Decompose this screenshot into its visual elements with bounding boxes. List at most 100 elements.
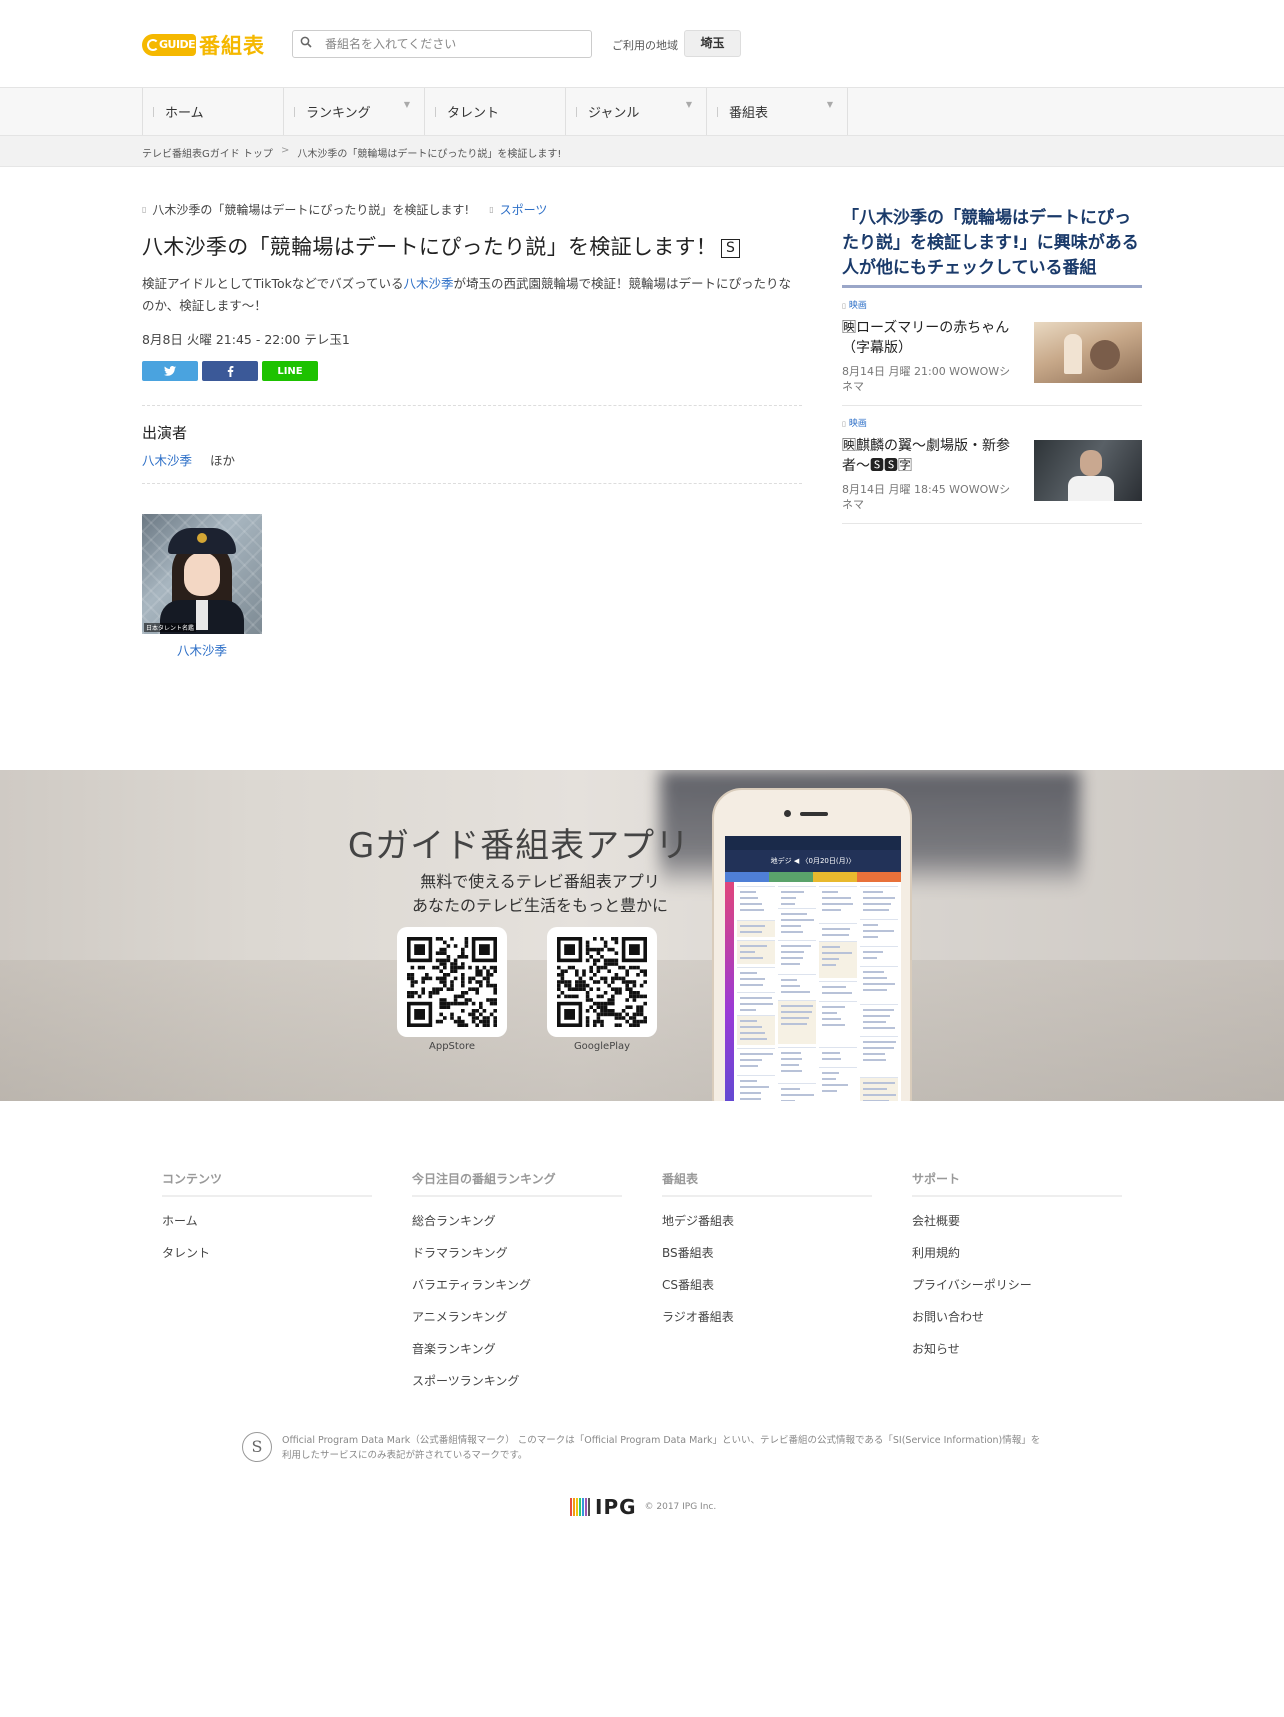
series-link[interactable]: 八木沙季の「競輪場はデートにぴったり説」を検証します! [152, 201, 469, 218]
search-icon[interactable] [293, 36, 319, 52]
ipg-logo: IPG [595, 1495, 637, 1519]
related-item[interactable]: ▯ 映画 🈙ローズマリーの赤ちゃん（字幕版） 8月14日 月曜 21:00 WOW… [842, 288, 1142, 406]
facebook-icon [227, 365, 233, 377]
breadcrumb-separator: > [280, 145, 290, 156]
cast-more: ほか [210, 453, 236, 468]
related-title: 🈙ローズマリーの赤ちゃん（字幕版） [842, 320, 1010, 356]
share-buttons: LINE [142, 361, 802, 381]
app-sub-line2: あなたのテレビ生活をもっと豊かに [411, 896, 668, 915]
desc-pre: 検証アイドルとしてTikTokなどでバズっている [142, 276, 404, 291]
category-bullet-icon: ▯ [842, 302, 846, 310]
program-detail: ▯ 八木沙季の「競輪場はデートにぴったり説」を検証します! ▯ スポーツ 八木沙… [142, 200, 802, 659]
nav-label: ランキング [306, 106, 371, 121]
nav-divider [294, 107, 295, 117]
footer-link[interactable]: スポーツランキング [412, 1372, 622, 1389]
official-mark-text: Official Program Data Mark（公式番組情報マーク） この… [282, 1435, 1041, 1461]
program-description: 検証アイドルとしてTikTokなどでバズっている八木沙季が埼玉の西武園競輪場で検… [142, 273, 802, 317]
footer-link[interactable]: 音楽ランキング [412, 1340, 622, 1357]
chevron-down-icon: ▼ [685, 100, 692, 109]
nav-item-schedule[interactable]: 番組表 ▼ [707, 88, 848, 135]
footer-heading: サポート [912, 1170, 1122, 1197]
global-nav: ホーム ランキング ▼ タレント ジャンル ▼ 番組表 ▼ [0, 87, 1284, 136]
breadcrumb-home-link[interactable]: テレビ番組表Gガイド トップ [142, 145, 273, 160]
footer-column-contents: コンテンツ ホーム タレント [162, 1170, 372, 1261]
footer-link[interactable]: 総合ランキング [412, 1212, 622, 1229]
phone-screen: 地デジ ◀ 〈0月20日(月)〉 [725, 836, 901, 1101]
footer-link[interactable]: 利用規約 [912, 1244, 1122, 1261]
chevron-down-icon: ▼ [403, 100, 410, 109]
footer-heading: 今日注目の番組ランキング [412, 1170, 622, 1197]
facebook-share-button[interactable] [202, 361, 258, 381]
app-subtitle: 無料で使えるテレビ番組表アプリ あなたのテレビ生活をもっと豊かに [372, 870, 708, 918]
official-data-mark: S Official Program Data Mark（公式番組情報マーク） … [242, 1432, 1042, 1466]
footer-link[interactable]: バラエティランキング [412, 1276, 622, 1293]
search-box [292, 30, 592, 58]
footer-link[interactable]: タレント [162, 1244, 372, 1261]
related-time: 8月14日 月曜 21:00 WOWOWシネマ [842, 365, 1011, 393]
official-mark-icon: S [242, 1432, 272, 1462]
nav-label: ジャンル [588, 106, 640, 121]
nav-label: タレント [447, 106, 500, 121]
logo-g-mark: GUIDE [142, 34, 196, 56]
related-programs: 「八木沙季の「競輪場はデートにぴったり説」を検証します!」に興味がある人が他にも… [842, 206, 1142, 524]
site-header: GUIDE 番組表 ご利用の地域 埼玉 [0, 0, 1284, 88]
footer-link[interactable]: プライバシーポリシー [912, 1276, 1122, 1293]
footer-link[interactable]: ラジオ番組表 [662, 1308, 872, 1325]
page-title: 八木沙季の「競輪場はデートにぴったり説」を検証します！ S [142, 233, 802, 261]
footer-link[interactable]: ドラマランキング [412, 1244, 622, 1261]
footer-link[interactable]: お知らせ [912, 1340, 1122, 1357]
program-category-line: ▯ 八木沙季の「競輪場はデートにぴったり説」を検証します! ▯ スポーツ [142, 200, 802, 218]
nav-divider [717, 107, 718, 117]
footer-link[interactable]: CS番組表 [662, 1276, 872, 1293]
footer-link[interactable]: アニメランキング [412, 1308, 622, 1325]
line-share-button[interactable]: LINE [262, 361, 318, 381]
cast-heading: 出演者 [142, 424, 188, 442]
appstore-qr-code[interactable] [397, 927, 507, 1037]
related-category: ▯ 映画 [842, 416, 1142, 430]
phone-mockup: 地デジ ◀ 〈0月20日(月)〉 [712, 788, 912, 1101]
nav-divider [435, 107, 436, 117]
related-category: ▯ 映画 [842, 298, 1142, 312]
phone-screen-header: 地デジ ◀ 〈0月20日(月)〉 [725, 850, 901, 872]
desc-talent-link[interactable]: 八木沙季 [404, 276, 454, 291]
nav-item-ranking[interactable]: ランキング ▼ [284, 88, 425, 135]
breadcrumb-current: 八木沙季の「競輪場はデートにぴったり説」を検証します! [297, 149, 562, 160]
related-item[interactable]: ▯ 映画 🈙麒麟の翼〜劇場版・新参者〜🆂🆂🈑 8月14日 月曜 18:45 WOW… [842, 406, 1142, 524]
chevron-down-icon: ▼ [826, 100, 833, 109]
app-title-text: Gガイド番組表アプリ [347, 826, 691, 866]
search-input[interactable] [319, 32, 591, 56]
breadcrumb: テレビ番組表Gガイド トップ > 八木沙季の「競輪場はデートにぴったり説」を検証… [0, 136, 1284, 167]
related-title: 🈙麒麟の翼〜劇場版・新参者〜🆂🆂🈑 [842, 438, 1010, 474]
twitter-share-button[interactable] [142, 361, 198, 381]
ipg-color-bars-icon [570, 1498, 590, 1516]
related-thumbnail [1034, 440, 1142, 501]
related-thumbnail [1034, 322, 1142, 383]
footer-link[interactable]: 会社概要 [912, 1212, 1122, 1229]
copyright: © 2017 IPG Inc. [644, 1502, 717, 1512]
nav-item-talent[interactable]: タレント [425, 88, 566, 135]
talent-card[interactable]: 日本タレント名鑑 八木沙季 [142, 514, 262, 659]
genre-bullet-icon: ▯ [489, 204, 494, 214]
footer-column-ranking: 今日注目の番組ランキング 総合ランキング ドラマランキング バラエティランキング… [412, 1170, 622, 1389]
footer-column-support: サポート 会社概要 利用規約 プライバシーポリシー お問い合わせ お知らせ [912, 1170, 1122, 1357]
related-time: 8月14日 月曜 18:45 WOWOWシネマ [842, 483, 1011, 511]
nav-item-home[interactable]: ホーム [143, 88, 284, 135]
footer-link[interactable]: 地デジ番組表 [662, 1212, 872, 1229]
cast-link[interactable]: 八木沙季 [142, 453, 192, 468]
footer-link[interactable]: ホーム [162, 1212, 372, 1229]
genre-link[interactable]: スポーツ [500, 201, 548, 218]
region-label: ご利用の地域 [612, 39, 678, 52]
gguide-logo[interactable]: GUIDE 番組表 [142, 32, 265, 58]
category-bullet-icon: ▯ [842, 420, 846, 428]
nav-item-genre[interactable]: ジャンル ▼ [566, 88, 707, 135]
photo-credit: 日本タレント名鑑 [144, 623, 197, 632]
program-title: 八木沙季の「競輪場はデートにぴったり説」を検証します！ [142, 235, 718, 259]
region-button[interactable]: 埼玉 [684, 30, 741, 57]
googleplay-qr-code[interactable] [547, 927, 657, 1037]
series-bullet-icon: ▯ [142, 204, 147, 214]
divider [142, 405, 802, 406]
footer-link[interactable]: お問い合わせ [912, 1308, 1122, 1325]
twitter-icon [164, 366, 176, 376]
ipg-logo-block: IPG © 2017 IPG Inc. [570, 1495, 717, 1519]
footer-link[interactable]: BS番組表 [662, 1244, 872, 1261]
